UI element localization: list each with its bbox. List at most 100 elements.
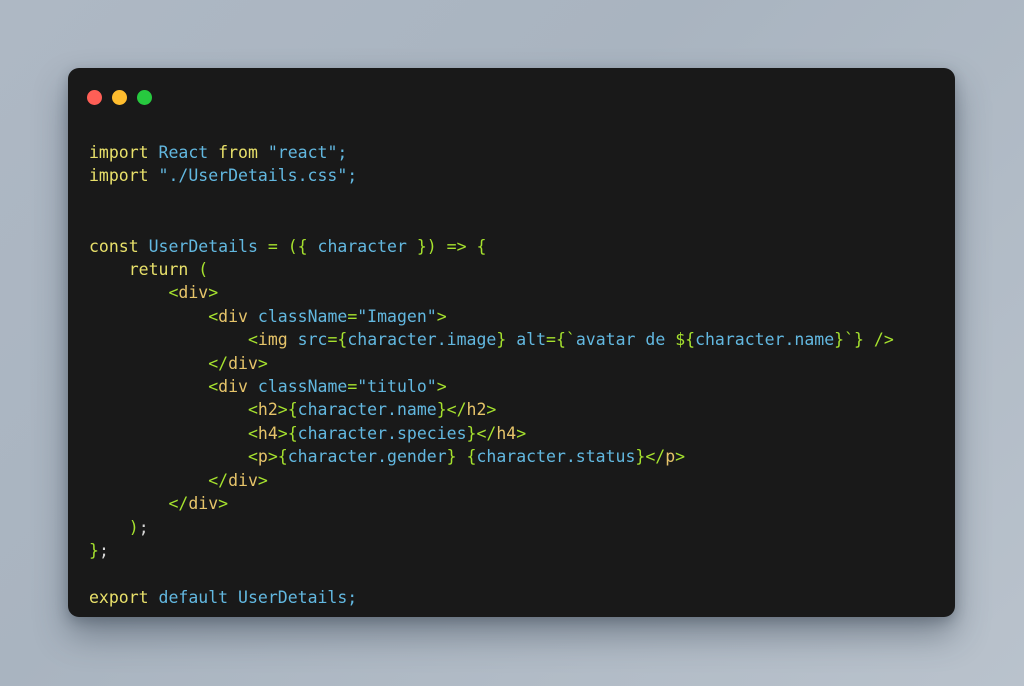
punctuation-close-brace-4: } — [446, 447, 457, 467]
punctuation-open-paren-brace: ({ — [287, 236, 308, 256]
punctuation-return-close-paren: ) — [128, 517, 139, 537]
keyword-const: const — [89, 236, 139, 256]
string-css-module: "./UserDetails.css"; — [158, 166, 358, 186]
code-line-5: const UserDetails = ({ character }) => { — [89, 237, 486, 256]
punctuation-lt-6: < — [247, 423, 258, 443]
operator-eq-1: = — [347, 306, 358, 326]
punctuation-gt-10: > — [675, 447, 686, 467]
code-window: import React from "react"; import "./Use… — [68, 68, 955, 617]
punctuation-template-close: } — [834, 330, 845, 350]
punctuation-open-body-brace: { — [476, 236, 487, 256]
punctuation-lt-4: < — [208, 377, 219, 397]
identifier-character-prop: character — [317, 236, 407, 256]
tag-h2-close: h2 — [466, 400, 487, 420]
keyword-import: import — [89, 143, 149, 162]
tag-div-outer-close: div — [188, 494, 219, 514]
punctuation-gt-3: > — [257, 353, 268, 373]
code-line-8: <div className="Imagen"> — [89, 306, 447, 326]
operator-eq-2: ={ — [327, 330, 348, 350]
expr-character-status: character.status — [476, 447, 636, 467]
punctuation-gt-1: > — [208, 283, 219, 303]
tag-div-titulo-close: div — [228, 470, 258, 490]
keyword-import-css: import — [89, 166, 149, 186]
expr-character-name-alt: character.name — [695, 330, 835, 350]
code-block[interactable]: import React from "react"; import "./Use… — [89, 141, 935, 609]
punctuation-close-brace-3: }</ — [466, 423, 497, 443]
punctuation-lt-1: < — [168, 283, 179, 303]
punctuation-gt-11: > — [257, 470, 268, 490]
code-line-1: import React from "react"; — [89, 143, 347, 162]
punctuation-backtick-open: ` — [565, 330, 576, 350]
minimize-button-icon[interactable] — [112, 89, 127, 105]
keyword-default: default — [158, 587, 229, 607]
string-react-module: "react"; — [267, 143, 348, 162]
punctuation-lt-7: < — [247, 447, 258, 467]
tag-div-outer-open: div — [178, 283, 209, 303]
punctuation-close-brace-2: }</ — [436, 400, 467, 420]
code-line-12: <h2>{character.name}</h2> — [89, 400, 496, 419]
tag-div-titulo-open: div — [218, 377, 248, 397]
operator-arrow: => — [446, 236, 467, 256]
code-line-7: <div> — [89, 283, 218, 302]
punctuation-return-open-paren: ( — [198, 260, 209, 280]
punctuation-close-body-brace: } — [89, 540, 99, 560]
punctuation-gt-9: >{ — [267, 447, 288, 467]
punctuation-gt-4: > — [436, 377, 447, 397]
identifier-component-name: UserDetails — [148, 236, 258, 256]
operator-eq-4: = — [347, 377, 358, 397]
tag-h4-close: h4 — [496, 423, 517, 443]
code-line-16: </div> — [89, 494, 228, 513]
window-titlebar — [68, 68, 955, 126]
code-line-15: </div> — [89, 471, 268, 490]
code-line-6: return ( — [89, 260, 208, 279]
operator-eq-3: ={ — [546, 330, 566, 350]
punctuation-self-close-img: /> — [873, 330, 894, 350]
expr-character-gender: character.gender — [287, 447, 447, 467]
punctuation-gt-6: > — [486, 400, 497, 420]
expr-character-name: character.name — [297, 400, 437, 420]
punctuation-gt-2: > — [436, 306, 447, 326]
expr-character-image: character.image — [347, 330, 497, 350]
maximize-button-icon[interactable] — [137, 89, 152, 105]
tag-h4-open: h4 — [257, 423, 278, 443]
code-line-11: <div className="titulo"> — [89, 377, 447, 397]
punctuation-open-brace-5: { — [466, 447, 477, 467]
code-line-18: }; — [89, 541, 109, 560]
code-line-10: </div> — [89, 354, 268, 373]
punctuation-lt-close-1: </ — [208, 353, 229, 373]
punctuation-lt-close-2: </ — [208, 470, 229, 490]
tag-div-imagen-close: div — [228, 353, 258, 373]
punctuation-gt-5: >{ — [277, 400, 298, 420]
attr-alt: alt — [516, 330, 547, 350]
code-line-2: import "./UserDetails.css"; — [89, 166, 357, 185]
punctuation-gt-8: > — [516, 423, 527, 443]
identifier-export-target: UserDetails; — [238, 587, 358, 607]
code-line-13: <h4>{character.species}</h4> — [89, 424, 526, 443]
keyword-from: from — [218, 143, 258, 162]
punctuation-gt-12: > — [218, 494, 229, 514]
punctuation-backtick-close: `} — [844, 330, 864, 350]
punctuation-close-brace-paren: }) — [416, 236, 437, 256]
tag-img-open: img — [257, 330, 288, 350]
punctuation-template-open: ${ — [675, 330, 696, 350]
keyword-return: return — [128, 260, 189, 280]
tag-h2-open: h2 — [257, 400, 278, 420]
punctuation-lt-3: < — [247, 330, 258, 350]
attr-classname-imagen: className — [257, 306, 348, 326]
value-class-titulo: "titulo" — [357, 377, 437, 397]
punctuation-semicolon-1: ; — [138, 517, 149, 537]
code-line-9: <img src={character.image} alt={`avatar … — [89, 330, 894, 349]
page-background: import React from "react"; import "./Use… — [0, 0, 1024, 686]
close-button-icon[interactable] — [87, 89, 102, 105]
text-alt-label: avatar de — [575, 330, 666, 350]
punctuation-close-brace-1: } — [496, 330, 507, 350]
value-class-imagen: "Imagen" — [357, 306, 437, 326]
code-line-20: export default UserDetails; — [89, 588, 357, 607]
code-line-14: <p>{character.gender} {character.status}… — [89, 447, 685, 466]
punctuation-semicolon-2: ; — [98, 540, 109, 560]
keyword-export: export — [89, 587, 149, 607]
punctuation-lt-5: < — [247, 400, 258, 420]
code-editor-area[interactable]: import React from "react"; import "./Use… — [68, 126, 955, 617]
tag-p-close: p — [665, 447, 676, 467]
identifier-react: React — [158, 143, 209, 162]
